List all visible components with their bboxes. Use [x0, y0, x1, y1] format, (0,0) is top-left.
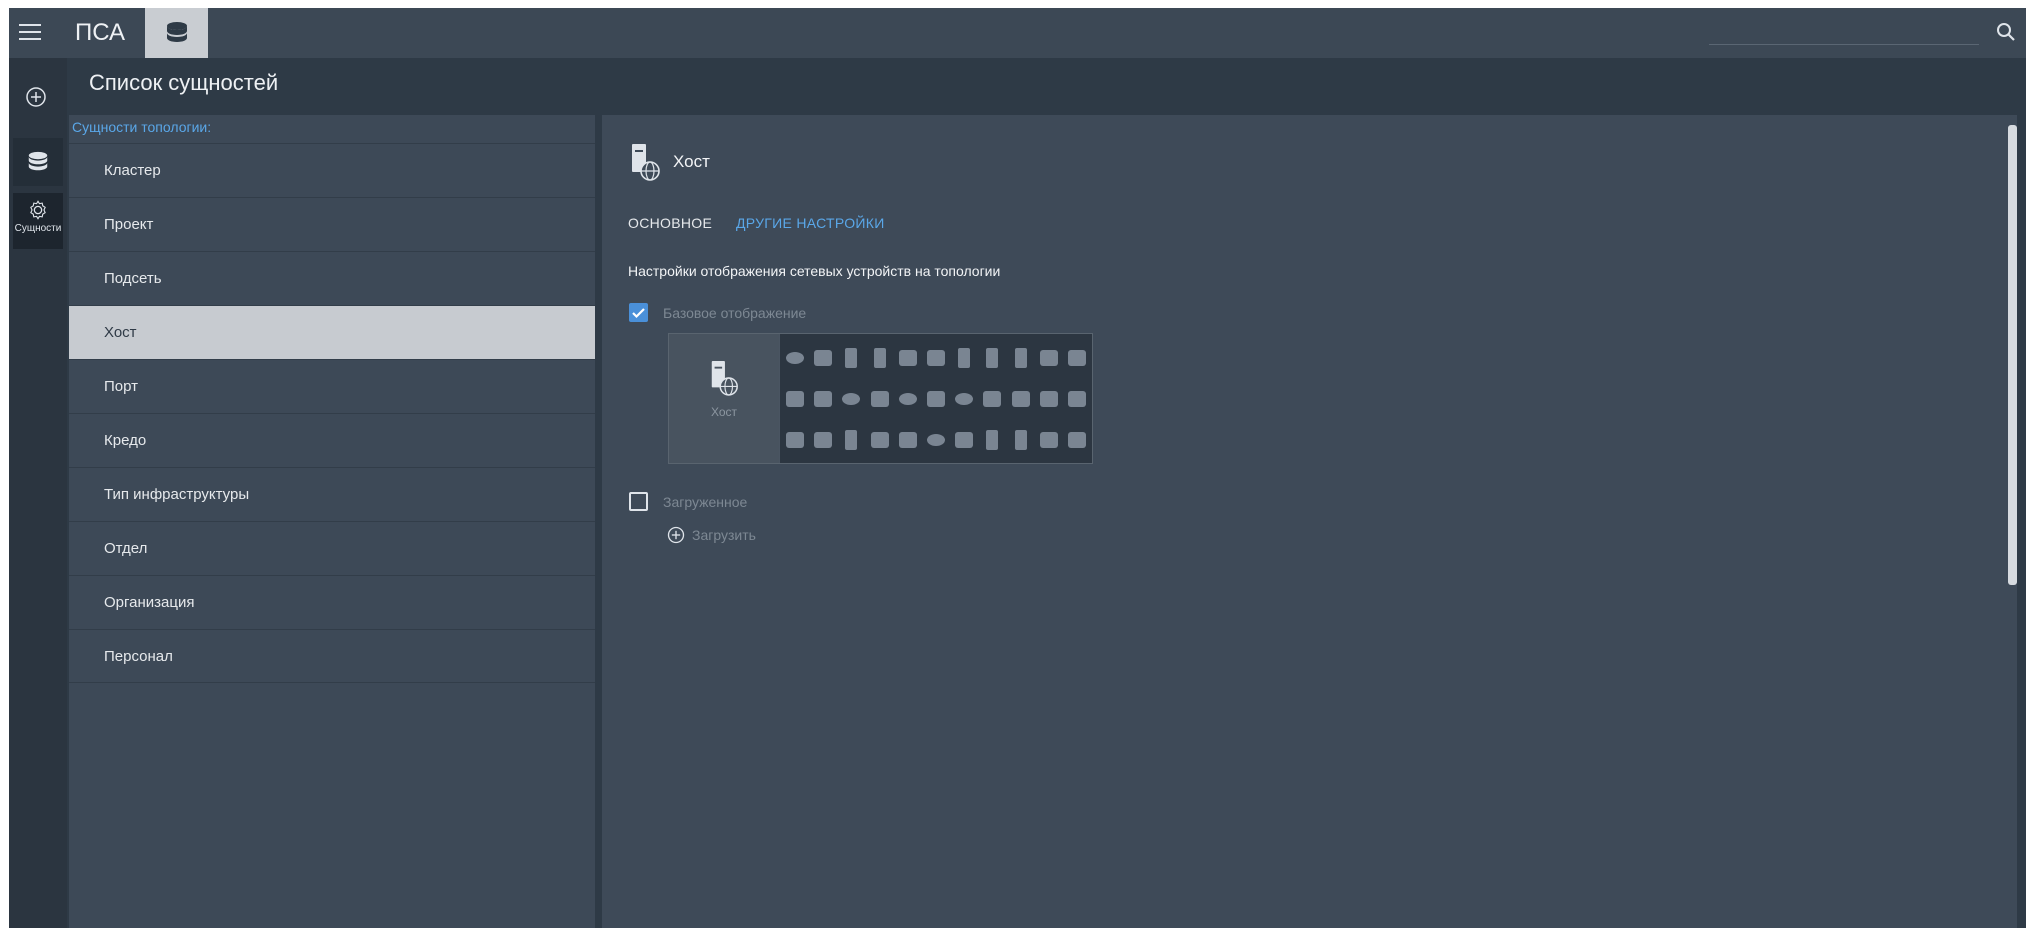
device-icon [810, 420, 836, 459]
search-input[interactable] [1709, 44, 1979, 45]
page-title: Список сущностей [89, 70, 279, 95]
device-icon [867, 338, 893, 377]
rail-entities-button[interactable]: Сущности [13, 193, 63, 249]
device-icon [1036, 379, 1062, 418]
device-icon [951, 338, 977, 377]
database-icon [166, 22, 187, 42]
device-icon [923, 338, 949, 377]
scrollbar[interactable] [2008, 125, 2017, 585]
device-icon [895, 338, 921, 377]
device-icon [867, 420, 893, 459]
tab-main[interactable]: ОСНОВНОЕ [628, 215, 712, 231]
entity-title: Хост [673, 152, 710, 171]
entity-list-header: Сущности топологии: [72, 119, 212, 135]
database-icon [28, 151, 48, 171]
loaded-display-label: Загруженное [663, 494, 748, 510]
device-icon [1036, 338, 1062, 377]
device-icon [838, 420, 864, 459]
loaded-display-checkbox[interactable] [629, 492, 648, 511]
device-icon [1064, 338, 1090, 377]
entity-list: Кластер Проект Подсеть Хост Порт Кредо Т… [69, 143, 595, 683]
app-title: ПСА [75, 19, 126, 46]
page-header: Список сущностей [67, 58, 2026, 115]
entity-item-personnel[interactable]: Персонал [69, 629, 595, 683]
device-icon [1007, 338, 1033, 377]
device-icon [979, 420, 1005, 459]
left-rail: Сущности [9, 58, 67, 928]
device-icon [979, 379, 1005, 418]
device-icon [951, 420, 977, 459]
base-display-label: Базовое отображение [663, 305, 807, 321]
entity-item-cluster[interactable]: Кластер [69, 143, 595, 197]
icon-preview: Хост [668, 333, 1093, 464]
device-icon [895, 379, 921, 418]
device-icon [810, 379, 836, 418]
entity-item-department[interactable]: Отдел [69, 521, 595, 575]
device-icon [1036, 420, 1062, 459]
preview-label: Хост [710, 405, 738, 419]
upload-label: Загрузить [692, 527, 756, 543]
entity-list-panel: Сущности топологии: Кластер Проект Подсе… [69, 115, 595, 928]
database-tab[interactable] [145, 8, 208, 58]
device-icon [1064, 379, 1090, 418]
host-icon [711, 361, 738, 396]
tab-other-settings[interactable]: ДРУГИЕ НАСТРОЙКИ [736, 215, 885, 231]
add-circle-icon[interactable] [24, 85, 48, 109]
device-icon-grid [780, 334, 1092, 463]
section-label: Настройки отображения сетевых устройств … [628, 263, 1001, 279]
entity-item-host[interactable]: Хост [69, 305, 595, 359]
entity-item-credo[interactable]: Кредо [69, 413, 595, 467]
entity-item-port[interactable]: Порт [69, 359, 595, 413]
device-icon [838, 379, 864, 418]
entity-item-subnet[interactable]: Подсеть [69, 251, 595, 305]
device-icon [867, 379, 893, 418]
device-icon [782, 379, 808, 418]
entity-item-project[interactable]: Проект [69, 197, 595, 251]
device-icon [1007, 420, 1033, 459]
device-icon [782, 338, 808, 377]
device-icon [923, 379, 949, 418]
entity-item-infrastructure-type[interactable]: Тип инфраструктуры [69, 467, 595, 521]
device-icon [782, 420, 808, 459]
rail-entities-label: Сущности [14, 223, 62, 234]
entity-item-organization[interactable]: Организация [69, 575, 595, 629]
device-icon [979, 338, 1005, 377]
device-icon [951, 379, 977, 418]
entity-detail-panel: Хост ОСНОВНОЕ ДРУГИЕ НАСТРОЙКИ Настройки… [602, 115, 2017, 928]
check-icon [632, 308, 645, 319]
device-icon [923, 420, 949, 459]
device-icon [895, 420, 921, 459]
top-bar: ПСА [9, 8, 2026, 58]
app-window: ПСА Сущности Список сущностей Сущности т… [9, 8, 2026, 928]
add-circle-icon [667, 526, 685, 544]
menu-icon[interactable] [19, 22, 41, 42]
upload-button[interactable]: Загрузить [666, 525, 756, 545]
device-icon [1064, 420, 1090, 459]
host-icon [632, 144, 660, 181]
device-icon [1007, 379, 1033, 418]
search-icon[interactable] [1994, 20, 2018, 44]
device-icon [838, 338, 864, 377]
base-display-checkbox[interactable] [629, 303, 648, 322]
rail-database-button[interactable] [13, 138, 63, 186]
preview-current: Хост [669, 334, 779, 463]
gear-icon [30, 200, 46, 220]
device-icon [810, 338, 836, 377]
